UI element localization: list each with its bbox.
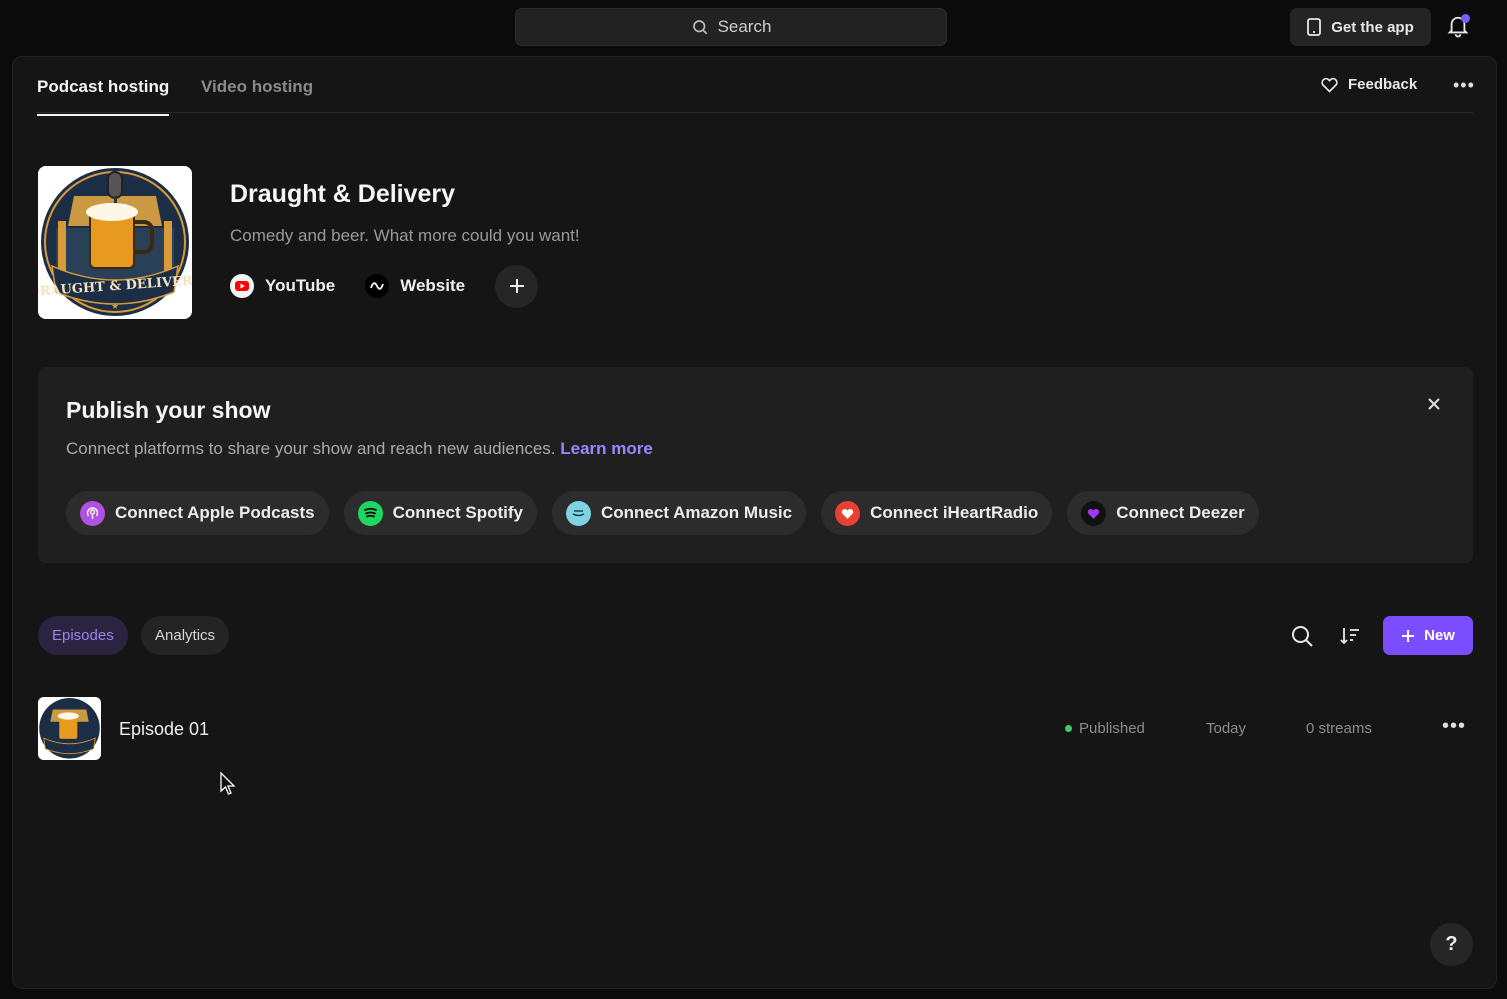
amazon-music-icon [565,500,591,526]
publish-your-show-card: Publish your show Connect platforms to s… [38,367,1473,563]
episode-search-icon[interactable] [1290,624,1314,648]
help-button[interactable]: ? [1430,923,1473,966]
episode-row[interactable]: Episode 01 Published Today 0 streams ••• [38,697,1473,761]
search-bar[interactable]: Search [515,8,947,46]
website-link[interactable]: Website [365,274,465,298]
plus-icon [509,279,524,293]
connect-deezer-button[interactable]: Connect Deezer [1067,491,1259,535]
published-status-dot [1065,725,1072,732]
show-title: Draught & Delivery [230,180,456,208]
website-label: Website [400,276,466,295]
add-link-button[interactable] [495,264,539,308]
feedback-label: Feedback [1348,76,1418,93]
get-app-label: Get the app [1331,18,1414,36]
tab-episodes[interactable]: Episodes [38,616,128,655]
deezer-icon [1081,500,1107,526]
platform-buttons: Connect Apple Podcasts Connect Spotify C… [66,491,1259,535]
notification-badge [1461,14,1470,23]
show-description: Comedy and beer. What more could you wan… [230,226,580,245]
connect-iheartradio-button[interactable]: Connect iHeartRadio [821,491,1053,535]
svg-text:★: ★ [111,301,119,311]
episode-thumbnail [38,697,101,760]
amazon-music-label: Connect Amazon Music [600,503,793,522]
heart-icon [1321,77,1338,93]
tab-analytics[interactable]: Analytics [141,616,230,655]
mouse-cursor-icon [220,772,236,795]
youtube-icon [230,274,254,298]
sort-icon[interactable] [1339,625,1361,647]
publish-subtitle-text: Connect platforms to share your show and… [66,439,556,458]
iheartradio-label: Connect iHeartRadio [870,503,1039,522]
notifications-button[interactable] [1447,14,1471,40]
episode-streams: 0 streams [1306,720,1372,737]
episode-date: Today [1206,720,1247,737]
learn-more-link[interactable]: Learn more [560,439,653,458]
more-options-icon[interactable]: ••• [1453,75,1475,96]
publish-title: Publish your show [66,397,271,423]
new-episode-button[interactable]: New [1383,616,1473,655]
episode-status-label: Published [1079,720,1145,737]
show-cover-art[interactable]: DRAUGHT & DELIVERY ★ [38,166,192,319]
phone-icon [1307,18,1322,36]
spotify-label: Connect Spotify [392,503,523,522]
plus-icon [1402,629,1415,642]
connect-spotify-button[interactable]: Connect Spotify [343,491,537,535]
connect-amazon-music-button[interactable]: Connect Amazon Music [551,491,807,535]
get-the-app-button[interactable]: Get the app [1290,8,1431,46]
tab-video-hosting[interactable]: Video hosting [201,77,313,114]
episode-title: Episode 01 [119,719,210,739]
tab-podcast-hosting[interactable]: Podcast hosting [37,77,170,116]
episode-status: Published [1065,720,1145,737]
publish-subtitle: Connect platforms to share your show and… [66,439,653,459]
podcast-logo: DRAUGHT & DELIVERY ★ [38,166,192,319]
main-panel: Podcast hosting Video hosting Feedback •… [12,56,1497,989]
website-icon [365,274,390,298]
spotify-icon [357,500,383,526]
close-icon[interactable] [1425,395,1443,413]
episode-more-icon[interactable]: ••• [1442,715,1466,738]
deezer-label: Connect Deezer [1116,503,1245,522]
connect-apple-podcasts-button[interactable]: Connect Apple Podcasts [66,491,329,535]
show-links: YouTube Website [230,264,539,308]
search-label: Search [717,17,772,36]
apple-podcasts-label: Connect Apple Podcasts [115,503,315,522]
search-icon [692,20,707,35]
youtube-link[interactable]: YouTube [230,274,335,298]
iheartradio-icon [835,500,861,526]
new-label: New [1424,627,1455,644]
hosting-tabs: Podcast hosting Video hosting Feedback •… [37,57,1475,116]
youtube-label: YouTube [265,276,336,295]
feedback-button[interactable]: Feedback [1320,76,1417,93]
apple-podcasts-icon [80,500,105,526]
